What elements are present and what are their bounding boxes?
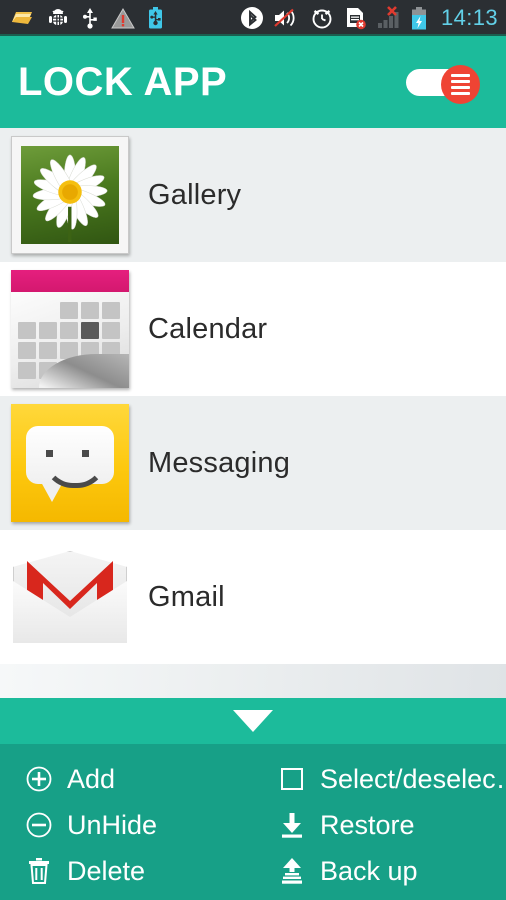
collapse-chevron-bar[interactable]: [0, 698, 506, 744]
menu-item-backup[interactable]: Back up: [253, 850, 506, 892]
list-item-label: Gmail: [148, 580, 225, 613]
list-item-gallery[interactable]: Gallery: [0, 128, 506, 262]
menu-item-label: UnHide: [67, 809, 158, 840]
menu-item-restore[interactable]: Restore: [253, 804, 506, 846]
gallery-photo-icon: [11, 136, 129, 254]
list-item-label: Messaging: [148, 446, 291, 479]
signal-no-service-icon: [376, 6, 402, 30]
menu-item-unhide[interactable]: UnHide: [0, 804, 253, 846]
calendar-today-cell: [81, 322, 99, 339]
volume-mute-icon: [273, 7, 301, 29]
bluetooth-icon: [240, 6, 264, 30]
locked-app-list: Gallery Calendar Messaging Gmail: [0, 128, 506, 698]
usb-battery-icon: [148, 7, 163, 29]
warning-triangle-icon: [111, 7, 135, 29]
battery-charging-icon: [411, 6, 427, 30]
list-item-label: Gallery: [148, 178, 242, 211]
smiley-mouth: [43, 452, 107, 488]
usb-icon: [82, 7, 98, 29]
calendar-header-bar: [11, 270, 129, 292]
android-debug-bug-icon: [47, 7, 69, 29]
phone-screen: 14:13 LOCK APP Gallery Calendar Messagin…: [0, 0, 506, 900]
status-bar-right-icons: 14:13: [240, 5, 498, 31]
daisy-photo: [21, 146, 119, 244]
list-item-messaging[interactable]: Messaging: [0, 396, 506, 530]
knob-line: [451, 92, 470, 95]
list-item-label: Calendar: [148, 312, 268, 345]
sdcard-icon: [10, 8, 34, 28]
download-icon: [277, 810, 307, 840]
speech-bubble: [26, 426, 114, 488]
sim-card-error-icon: [343, 6, 367, 30]
app-icon-slot: [8, 401, 132, 525]
knob-line: [451, 74, 470, 77]
list-partial-row: [0, 664, 506, 698]
menu-item-label: Add: [67, 763, 116, 794]
checkbox-icon: [277, 764, 307, 794]
menu-item-label: Restore: [320, 809, 415, 840]
alarm-clock-icon: [310, 6, 334, 30]
list-menu-toggle[interactable]: [406, 65, 480, 104]
menu-item-label: Delete: [67, 855, 146, 886]
list-item-calendar[interactable]: Calendar: [0, 262, 506, 396]
knob-line: [451, 86, 470, 89]
menu-item-add[interactable]: Add: [0, 758, 253, 800]
app-title: LOCK APP: [18, 60, 228, 104]
app-icon-slot: [8, 535, 132, 659]
list-item-gmail[interactable]: Gmail: [0, 530, 506, 664]
trash-icon: [24, 856, 54, 886]
daisy-flower: [32, 154, 108, 243]
messaging-icon: [11, 404, 129, 522]
gmail-icon: [9, 547, 131, 647]
menu-item-label: Back up: [320, 855, 418, 886]
plus-circle-icon: [24, 764, 54, 794]
knob-line: [451, 80, 470, 83]
menu-item-select-deselect[interactable]: Select/deselec…: [253, 758, 506, 800]
status-bar-left-icons: [10, 7, 163, 29]
app-icon-slot: [8, 133, 132, 257]
menu-item-label: Select/deselec…: [320, 763, 506, 794]
calendar-icon: [11, 270, 129, 388]
app-icon-slot: [8, 267, 132, 391]
status-bar-clock: 14:13: [440, 5, 498, 30]
upload-icon: [277, 856, 307, 886]
menu-item-delete[interactable]: Delete: [0, 850, 253, 892]
toggle-knob-list-icon: [441, 65, 480, 104]
app-bar: LOCK APP: [0, 36, 506, 128]
minus-circle-icon: [24, 810, 54, 840]
bottom-action-menu: Add Select/deselec… UnHide Restore Delet…: [0, 744, 506, 900]
collapse-chevron-icon[interactable]: [233, 710, 273, 732]
status-bar: 14:13: [0, 0, 506, 36]
